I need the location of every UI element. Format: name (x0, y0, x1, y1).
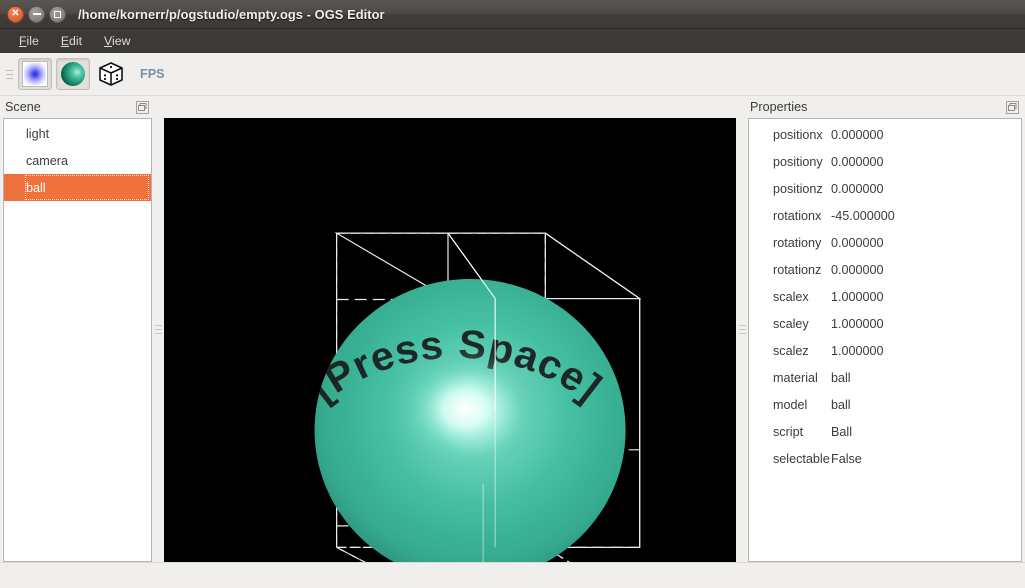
status-bar (0, 562, 1025, 588)
dice-cube-icon (98, 61, 124, 87)
maximize-icon (54, 11, 61, 18)
close-icon: ✕ (11, 9, 19, 19)
menu-edit-mnemonic: E (61, 34, 69, 48)
undock-icon[interactable] (136, 101, 149, 114)
minimize-icon (33, 13, 41, 15)
property-value[interactable]: ball (827, 371, 851, 385)
menu-edit[interactable]: Edit (50, 32, 93, 50)
scene-item-label: camera (26, 154, 68, 168)
toolbar-drag-handle[interactable] (4, 59, 14, 89)
property-key: positionz (749, 182, 827, 196)
scene-list[interactable]: light camera ball (4, 119, 151, 201)
undock-icon[interactable] (1006, 101, 1019, 114)
scene-panel-header: Scene (3, 96, 152, 118)
properties-table: positionx 0.000000 positiony 0.000000 po… (749, 119, 1021, 472)
property-key: rotationx (749, 209, 827, 223)
property-key: rotationy (749, 236, 827, 250)
main-toolbar: FPS (0, 53, 1025, 96)
scene-item-ball[interactable]: ball (4, 174, 151, 201)
close-window-button[interactable]: ✕ (7, 6, 24, 23)
light-glow-icon (22, 61, 48, 87)
ogs-editor-window: ✕ /home/kornerr/p/ogstudio/empty.ogs - O… (0, 0, 1025, 588)
property-row-rotationx[interactable]: rotationx -45.000000 (749, 202, 1021, 229)
property-key: positionx (749, 128, 827, 142)
splitter-grip-icon (155, 325, 162, 334)
property-row-rotationz[interactable]: rotationz 0.000000 (749, 256, 1021, 283)
property-row-scaley[interactable]: scaley 1.000000 (749, 310, 1021, 337)
menu-edit-rest: dit (69, 34, 82, 48)
property-value[interactable]: Ball (827, 425, 852, 439)
menu-file[interactable]: File (8, 32, 50, 50)
window-controls: ✕ (7, 6, 66, 23)
menu-file-rest: ile (27, 34, 39, 48)
scene-item-label: light (26, 127, 49, 141)
property-value[interactable]: 0.000000 (827, 263, 884, 277)
property-value[interactable]: 0.000000 (827, 155, 884, 169)
property-row-positiony[interactable]: positiony 0.000000 (749, 148, 1021, 175)
property-key: scalex (749, 290, 827, 304)
property-value[interactable]: 1.000000 (827, 317, 884, 331)
property-row-rotationy[interactable]: rotationy 0.000000 (749, 229, 1021, 256)
scene-item-label: ball (26, 181, 46, 195)
property-value[interactable]: 0.000000 (827, 128, 884, 142)
property-row-selectable[interactable]: selectable False (749, 445, 1021, 472)
scene-item-light[interactable]: light (4, 120, 151, 147)
maximize-window-button[interactable] (49, 6, 66, 23)
menu-view-mnemonic: V (104, 34, 112, 48)
light-toggle-button[interactable] (18, 58, 52, 90)
property-value[interactable]: -45.000000 (827, 209, 895, 223)
title-bar: ✕ /home/kornerr/p/ogstudio/empty.ogs - O… (0, 0, 1025, 29)
splitter-left[interactable] (152, 96, 164, 562)
property-row-positionz[interactable]: positionz 0.000000 (749, 175, 1021, 202)
splitter-grip-icon (739, 325, 746, 334)
property-row-material[interactable]: material ball (749, 364, 1021, 391)
fps-label: FPS (140, 67, 165, 81)
properties-table-panel: positionx 0.000000 positiony 0.000000 po… (748, 118, 1022, 562)
properties-dock: Properties positionx 0.000000 (748, 96, 1025, 562)
property-key: scalez (749, 344, 827, 358)
property-key: positiony (749, 155, 827, 169)
scene-list-panel: light camera ball (3, 118, 152, 562)
scene-dock: Scene light camera (0, 96, 152, 562)
cube-toggle-button[interactable] (94, 58, 128, 90)
minimize-window-button[interactable] (28, 6, 45, 23)
menu-view-rest: iew (112, 34, 130, 48)
property-key: scaley (749, 317, 827, 331)
property-key: script (749, 425, 827, 439)
property-row-model[interactable]: model ball (749, 391, 1021, 418)
shaded-sphere-icon (61, 62, 85, 86)
scene-item-camera[interactable]: camera (4, 147, 151, 174)
property-value[interactable]: ball (827, 398, 851, 412)
main-area: Scene light camera (0, 96, 1025, 562)
property-row-scalex[interactable]: scalex 1.000000 (749, 283, 1021, 310)
property-value[interactable]: 0.000000 (827, 182, 884, 196)
scene-panel-title: Scene (5, 100, 41, 114)
splitter-right[interactable] (736, 96, 748, 562)
properties-panel-header: Properties (748, 96, 1022, 118)
sphere-toggle-button[interactable] (56, 58, 90, 90)
viewport-canvas: [Press Space] (164, 118, 736, 562)
menu-view[interactable]: View (93, 32, 141, 50)
property-key: selectable (749, 452, 827, 466)
3d-viewport[interactable]: [Press Space] (164, 118, 736, 562)
properties-panel-title: Properties (750, 100, 807, 114)
property-key: model (749, 398, 827, 412)
property-row-script[interactable]: script Ball (749, 418, 1021, 445)
property-value[interactable]: 1.000000 (827, 344, 884, 358)
property-value[interactable]: 0.000000 (827, 236, 884, 250)
property-value[interactable]: 1.000000 (827, 290, 884, 304)
menu-file-mnemonic: F (19, 34, 27, 48)
menu-bar: File Edit View (0, 29, 1025, 53)
window-title: /home/kornerr/p/ogstudio/empty.ogs - OGS… (78, 7, 385, 22)
property-row-scalez[interactable]: scalez 1.000000 (749, 337, 1021, 364)
viewport-wrap: [Press Space] (164, 96, 736, 562)
property-key: rotationz (749, 263, 827, 277)
property-value[interactable]: False (827, 452, 862, 466)
property-row-positionx[interactable]: positionx 0.000000 (749, 121, 1021, 148)
property-key: material (749, 371, 827, 385)
